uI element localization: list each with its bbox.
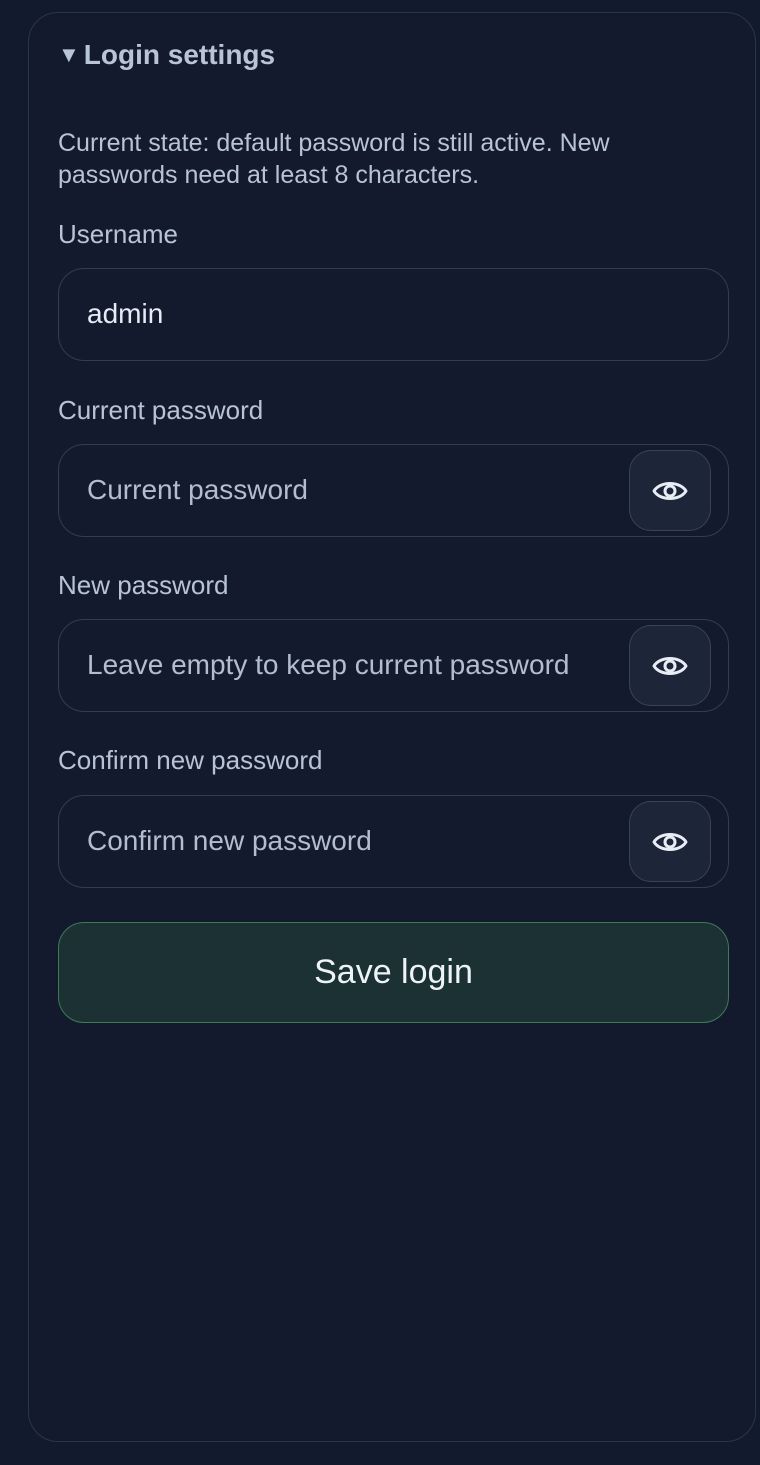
status-description: Current state: default password is still…	[58, 129, 610, 189]
show-current-password-button[interactable]	[629, 450, 711, 531]
username-field-wrapper	[58, 268, 729, 361]
current-password-field-wrapper	[58, 444, 729, 537]
login-settings-toggle[interactable]: ▼ Login settings	[58, 39, 275, 71]
new-password-field-wrapper	[58, 619, 729, 712]
section-title: Login settings	[83, 39, 276, 70]
show-new-password-button[interactable]	[629, 625, 711, 706]
eye-icon	[652, 481, 688, 500]
show-confirm-password-button[interactable]	[629, 801, 711, 882]
disclosure-triangle-icon: ▼	[58, 42, 80, 67]
username-input[interactable]	[87, 269, 707, 359]
new-password-label: New password	[58, 570, 229, 600]
eye-icon	[652, 832, 688, 851]
current-password-label: Current password	[58, 395, 264, 425]
new-password-input[interactable]	[87, 620, 617, 710]
confirm-password-input[interactable]	[87, 796, 617, 886]
current-password-input[interactable]	[87, 445, 617, 535]
confirm-password-label: Confirm new password	[58, 745, 323, 775]
save-login-button[interactable]: Save login	[58, 922, 729, 1023]
eye-icon	[652, 656, 688, 675]
username-label: Username	[58, 219, 178, 249]
login-settings-panel: ▼ Login settings Current state: default …	[28, 12, 756, 1442]
confirm-password-field-wrapper	[58, 795, 729, 888]
